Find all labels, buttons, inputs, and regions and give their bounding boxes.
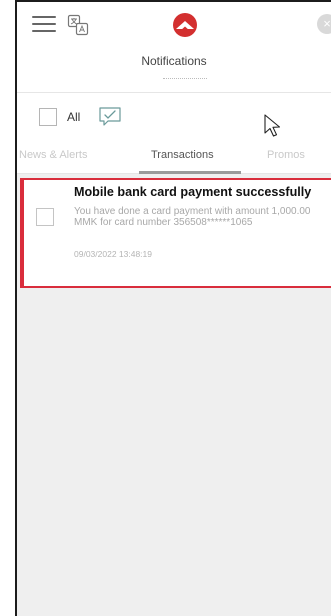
notification-title: Mobile bank card payment successfully	[74, 185, 312, 199]
tab-news-alerts[interactable]: News & Alerts	[19, 149, 87, 161]
bank-logo-icon	[173, 13, 197, 37]
active-tab-indicator	[139, 171, 241, 174]
title-divider	[163, 78, 207, 79]
mouse-cursor-icon	[264, 114, 281, 137]
notification-tabs: News & Alerts Transactions Promos	[17, 138, 331, 174]
app-frame: × Notifications All News & Alerts Transa…	[15, 0, 331, 616]
mark-as-read-icon[interactable]	[97, 105, 123, 127]
select-all-label: All	[67, 110, 81, 124]
tab-transactions[interactable]: Transactions	[151, 149, 214, 161]
top-bar: × Notifications	[17, 2, 331, 92]
hamburger-menu-icon[interactable]	[32, 16, 56, 34]
notification-body: You have done a card payment with amount…	[74, 206, 311, 228]
page-title: Notifications	[141, 54, 207, 68]
notification-date: 09/03/2022 13:48:19	[74, 249, 152, 259]
notification-checkbox[interactable]	[36, 208, 54, 226]
translate-icon[interactable]	[67, 14, 89, 36]
notification-card[interactable]: Mobile bank card payment successfully Yo…	[20, 178, 331, 288]
filter-row: All	[17, 92, 331, 138]
close-icon[interactable]: ×	[317, 14, 331, 34]
tab-promos[interactable]: Promos	[267, 149, 305, 161]
select-all-checkbox[interactable]	[39, 108, 57, 126]
